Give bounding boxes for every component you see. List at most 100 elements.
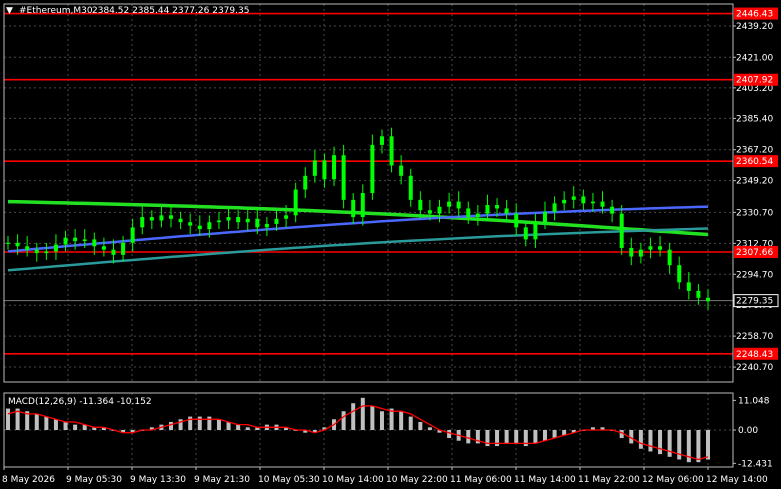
candle-body (73, 237, 78, 242)
candle-body (379, 136, 384, 145)
macd-histogram-bar (169, 421, 174, 430)
macd-histogram-bar (379, 411, 384, 430)
candle-body (322, 160, 327, 180)
candle-body (293, 189, 298, 216)
candle-body (533, 222, 538, 240)
candle-body (159, 215, 164, 221)
candle-body (6, 242, 10, 244)
candle-body (447, 201, 452, 207)
time-tick-label: 10 May 14:00 (322, 475, 384, 485)
macd-label: MACD(12,26,9) -11.364 -10.152 (8, 397, 152, 407)
time-tick-label: 11 May 22:00 (578, 475, 640, 485)
ohlc-values: 2384.52 2385.44 2377.26 2379.35 (92, 6, 249, 16)
candle-body (101, 246, 106, 250)
macd-histogram-bar (542, 430, 547, 441)
candle-body (581, 196, 586, 204)
candle-body (475, 213, 480, 218)
candle-body (370, 144, 375, 193)
candle-body (686, 282, 691, 291)
candle-body (610, 206, 615, 214)
candle-body (121, 242, 126, 255)
macd-tick-label: -12.431 (738, 459, 773, 469)
candle-body (523, 227, 528, 240)
candle-body (341, 155, 346, 200)
candle-body (648, 246, 653, 250)
macd-histogram-bar (197, 416, 202, 430)
macd-histogram-bar (341, 411, 346, 430)
macd-histogram-bar (706, 430, 710, 460)
macd-histogram-bar (408, 416, 413, 430)
candle-body (658, 246, 663, 250)
time-tick-label: 12 May 06:00 (642, 475, 704, 485)
price-tick-label: 2367.20 (736, 146, 773, 156)
candle-body (504, 208, 509, 214)
price-tick-label: 2240.70 (736, 363, 773, 373)
macd-histogram-bar (207, 416, 212, 430)
candle-body (571, 196, 576, 200)
price-tick-label: 2421.00 (736, 53, 773, 63)
time-tick-label: 9 May 21:30 (194, 475, 250, 485)
candle-body (82, 239, 87, 242)
macd-histogram-bar (533, 430, 538, 444)
candle-body (456, 201, 461, 209)
candle-body (389, 136, 394, 166)
triangle-down-icon: ▼ (6, 6, 13, 16)
time-tick-label: 9 May 13:30 (130, 475, 186, 485)
candle-body (514, 213, 519, 228)
candle-body (408, 175, 413, 200)
level-price-label: 2360.54 (736, 157, 773, 167)
candle-body (226, 217, 231, 221)
candle-body (34, 249, 39, 254)
candle-body (303, 175, 308, 190)
candle-body (53, 244, 58, 252)
price-tick-label: 2349.20 (736, 177, 773, 187)
macd-histogram-bar (188, 416, 193, 430)
macd-histogram-bar (427, 427, 432, 430)
candle-body (706, 297, 710, 302)
time-tick-label: 8 May 2026 (2, 475, 55, 485)
macd-histogram-bar (447, 430, 452, 439)
candle-body (264, 223, 269, 228)
macd-histogram-bar (53, 419, 58, 430)
macd-histogram-bar (360, 397, 365, 430)
macd-histogram-bar (648, 430, 653, 452)
current-price-label: 2279.35 (736, 297, 773, 307)
candle-body (245, 218, 250, 223)
candle-body (312, 160, 317, 176)
candle-body (590, 201, 595, 204)
candle-body (236, 217, 241, 223)
candle-body (130, 227, 135, 243)
macd-tick-label: 11.048 (738, 396, 770, 406)
time-tick-label: 12 May 14:00 (706, 475, 768, 485)
macd-histogram-bar (418, 421, 423, 430)
macd-histogram-bar (245, 427, 250, 430)
candle-body (207, 222, 212, 230)
candle-body (495, 205, 500, 209)
macd-histogram-bar (34, 413, 39, 430)
candle-body (600, 201, 605, 207)
time-tick-label: 11 May 06:00 (450, 475, 512, 485)
candle-body (169, 215, 174, 219)
price-tick-label: 2439.20 (736, 22, 773, 32)
candle-body (284, 215, 289, 219)
macd-histogram-bar (178, 419, 183, 430)
candle-body (696, 290, 701, 298)
price-chart[interactable]: MACD(12,26,9) -11.364 -10.152 2439.20 242… (0, 0, 781, 489)
time-tick-label: 10 May 22:00 (386, 475, 448, 485)
symbol-timeframe: #Ethereum,M30 (19, 6, 93, 16)
candle-body (178, 218, 183, 223)
candle-body (542, 211, 547, 223)
price-tick-label: 2385.40 (736, 114, 773, 124)
candle-body (667, 249, 672, 266)
macd-histogram-bar (216, 419, 221, 430)
macd-histogram-bar (399, 411, 404, 430)
candle-body (255, 218, 260, 228)
candle-body (63, 237, 68, 245)
time-tick-label: 10 May 05:30 (258, 475, 320, 485)
level-price-label: 2407.92 (736, 76, 773, 86)
candle-body (216, 220, 221, 223)
macd-histogram-bar (514, 430, 519, 444)
macd-histogram-bar (552, 430, 557, 439)
candle-body (629, 247, 634, 257)
chart-header: ▼ #Ethereum,M30 2384.52 2385.44 2377.26 … (6, 6, 249, 16)
